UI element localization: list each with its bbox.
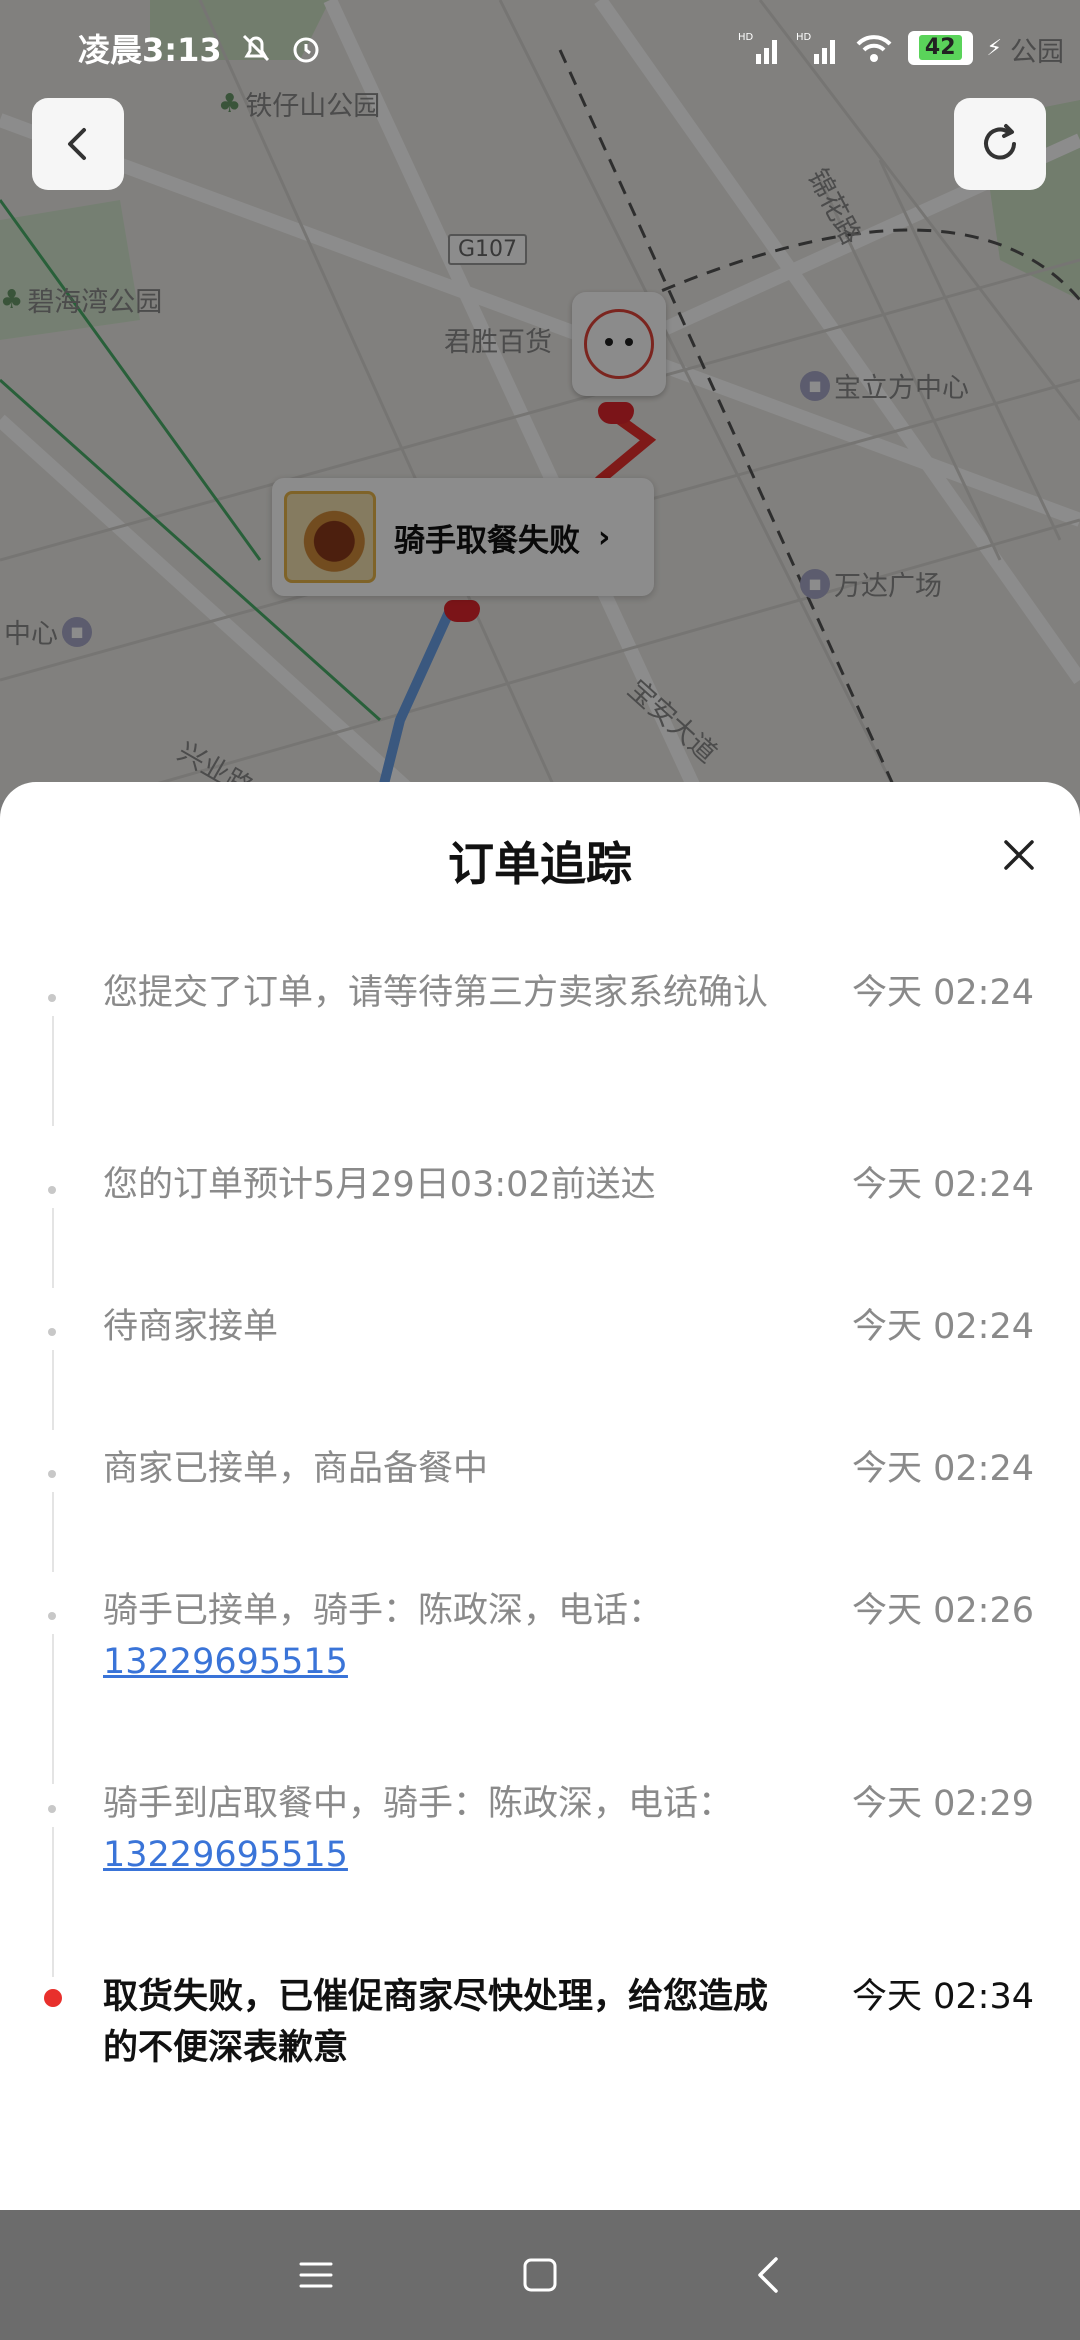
map-view[interactable]: ♣ 铁仔山公园 ♣ 碧海湾公园 君胜百货 ◼ 宝立方中心 ◼ 万达广场 中心 ◼ 公园 锦… — [0, 0, 1080, 800]
event-text-body: 骑手已接单，骑手：陈政深，电话： — [103, 1591, 664, 1631]
timeline-dot — [48, 1805, 56, 1813]
event-text: 骑手到店取餐中，骑手：陈政深，电话： 13229695515 — [103, 1779, 793, 1881]
event-text: 骑手已接单，骑手：陈政深，电话： 13229695515 — [103, 1586, 793, 1688]
home-square-icon — [523, 2258, 557, 2292]
sheet-title: 订单追踪 — [448, 837, 632, 891]
menu-icon — [299, 2262, 333, 2288]
timeline-connector — [52, 1016, 54, 1126]
chevron-left-icon — [68, 128, 86, 160]
svg-text:HD: HD — [796, 32, 812, 43]
event-time: 今天 02:26 — [852, 1591, 1034, 1631]
refresh-icon — [984, 124, 1016, 160]
charging-icon: ⚡ — [986, 35, 1002, 61]
timeline-connector — [52, 1492, 54, 1572]
wifi-icon — [856, 35, 892, 62]
event-time: 今天 02:24 — [852, 973, 1034, 1013]
event-time: 今天 02:34 — [852, 1977, 1034, 2017]
system-back-button[interactable] — [708, 2210, 828, 2340]
event-text: 取货失败，已催促商家尽快处理，给您造成的不便深表歉意 — [103, 1977, 769, 2068]
svg-text:HD: HD — [738, 32, 754, 43]
back-button[interactable] — [32, 98, 124, 190]
timeline-connector — [52, 1827, 54, 1977]
battery-icon: 42 — [907, 31, 973, 65]
event-time: 今天 02:24 — [852, 1449, 1034, 1489]
event-time: 今天 02:24 — [852, 1165, 1034, 1205]
back-arrow-icon — [758, 2257, 778, 2293]
order-tracking-sheet: 订单追踪 您提交了订单，请等待第三方卖家系统确认 今天 02:24 您的订单预计… — [0, 782, 1080, 2210]
event-text: 您的订单预计5月29日03:02前送达 — [103, 1165, 656, 1205]
timeline-dot — [48, 1612, 56, 1620]
timeline-connector — [52, 1208, 54, 1288]
timeline-dot — [48, 1470, 56, 1478]
recent-apps-button[interactable] — [256, 2210, 376, 2340]
timeline-dot-active — [44, 1989, 62, 2007]
close-icon[interactable] — [996, 832, 1042, 878]
event-time: 今天 02:24 — [852, 1307, 1034, 1347]
event-text: 商家已接单，商品备餐中 — [103, 1449, 489, 1489]
timeline-dot — [48, 1186, 56, 1194]
timeline-dot — [48, 994, 56, 1002]
status-time: 凌晨3:13 — [78, 31, 222, 69]
signal-icon: HD — [796, 32, 835, 64]
alarm-clock-icon — [293, 37, 319, 63]
timeline-dot — [48, 1328, 56, 1336]
event-text: 您提交了订单，请等待第三方卖家系统确认 — [103, 973, 769, 1013]
timeline-connector — [52, 1634, 54, 1784]
signal-icon: HD — [738, 32, 777, 64]
event-time: 今天 02:29 — [852, 1784, 1034, 1824]
event-text-body: 骑手到店取餐中，骑手：陈政深，电话： — [103, 1784, 734, 1824]
status-bar: 凌晨3:13 HD HD 42 ⚡ — [0, 0, 1080, 96]
mute-bell-icon — [242, 34, 269, 62]
rider-phone-link[interactable]: 13229695515 — [103, 1637, 793, 1688]
timeline-connector — [52, 1350, 54, 1430]
home-button[interactable] — [480, 2210, 600, 2340]
refresh-button[interactable] — [954, 98, 1046, 190]
system-nav-bar — [0, 2210, 1080, 2340]
sheet-dim-overlay[interactable] — [0, 0, 1080, 800]
event-text: 待商家接单 — [103, 1307, 279, 1347]
rider-phone-link[interactable]: 13229695515 — [103, 1830, 793, 1881]
